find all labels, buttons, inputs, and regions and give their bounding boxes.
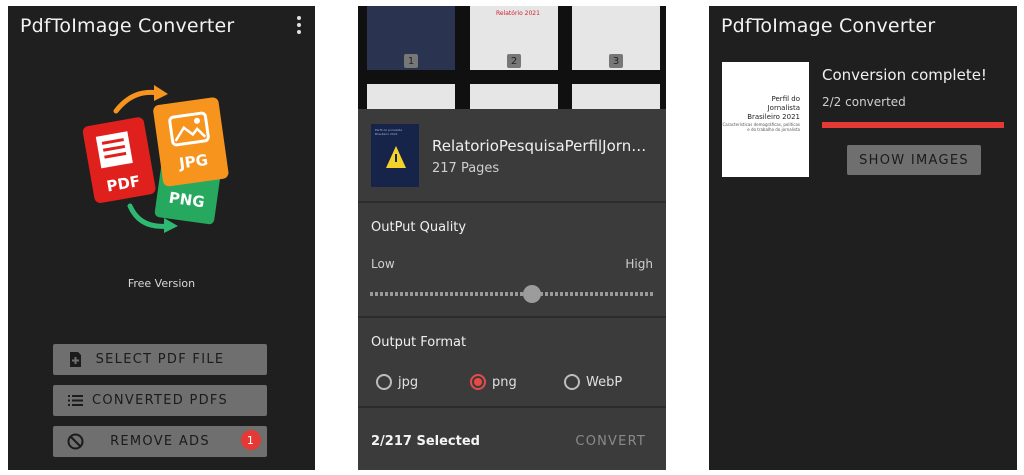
divider [358, 316, 666, 318]
conversion-result-screen: PdfToImage Converter Perfil do Jornalist… [709, 6, 1017, 470]
home-screen: PdfToImage Converter PNG PDF JPG Free Ve… [8, 6, 315, 470]
quality-section-title: OutPut Quality [371, 220, 467, 235]
format-label: jpg [398, 374, 419, 390]
options-bottom-sheet: Perfil do Jornalista Brasileiro 2021 Rel… [358, 109, 666, 470]
converted-pdfs-button[interactable]: CONVERTED PDFS [53, 385, 267, 416]
version-label: Free Version [127, 277, 196, 290]
thumbnail-text: Relatório 2021 [496, 10, 540, 17]
divider [358, 201, 666, 203]
format-section-title: Output Format [371, 335, 467, 350]
conversion-count: 2/2 converted [822, 95, 906, 109]
page-thumbnail[interactable]: 3 [572, 6, 660, 70]
notification-badge: 1 [241, 430, 261, 450]
app-title: PdfToImage Converter [721, 15, 936, 37]
show-images-button[interactable]: SHOW IMAGES [847, 145, 981, 175]
list-icon [68, 395, 83, 406]
page-thumbnail[interactable] [572, 84, 660, 110]
quality-slider[interactable] [370, 285, 654, 303]
conversion-status-title: Conversion complete! [822, 66, 987, 84]
convert-options-screen: 1 Relatório 2021 2 3 Perfil do Jornalist… [358, 6, 666, 470]
quality-low-label: Low [371, 257, 395, 271]
format-option-jpg[interactable]: jpg [376, 374, 418, 390]
pdf-cover-thumbnail: Perfil do Jornalista Brasileiro 2021 [371, 124, 419, 187]
thumbnail-subtext: Características demográficas, políticas … [722, 122, 801, 132]
pdf-file-name: RelatorioPesquisaPerfilJornalistaBrasile… [432, 137, 654, 155]
radio-button[interactable] [376, 374, 392, 390]
divider [358, 406, 666, 408]
format-label: WebP [586, 374, 623, 390]
app-title: PdfToImage Converter [20, 15, 235, 37]
page-number: 2 [507, 54, 521, 68]
thumbnail-line: Jornalista [767, 104, 800, 112]
remove-ads-button[interactable]: REMOVE ADS 1 [53, 426, 267, 457]
page-thumbnail[interactable]: 1 [367, 6, 455, 70]
slider-thumb[interactable] [522, 285, 541, 303]
radio-button[interactable] [470, 374, 486, 390]
progress-fill [822, 122, 1004, 128]
quality-high-label: High [625, 257, 653, 271]
slider-track[interactable] [370, 292, 654, 296]
more-vert-icon[interactable] [295, 16, 303, 34]
selected-count: 2/217 Selected [371, 434, 480, 449]
page-thumbnail[interactable]: Relatório 2021 2 [470, 6, 558, 70]
cover-text: Perfil do Jornalista Brasileiro 2021 [375, 128, 403, 136]
remove-ads-label: REMOVE ADS [110, 434, 210, 449]
conversion-progress-bar [822, 122, 1004, 128]
page-number: 3 [609, 54, 623, 68]
format-label: png [492, 374, 517, 390]
block-icon [67, 433, 84, 450]
format-option-png[interactable]: png [470, 374, 517, 390]
converted-image-thumbnail[interactable]: Perfil do Jornalista Brasileiro 2021 Car… [722, 62, 809, 177]
page-thumbnail[interactable] [470, 84, 558, 110]
page-thumbnail[interactable] [367, 84, 455, 110]
thumbnail-line: Perfil do [771, 95, 800, 103]
page-thumbnail-grid: 1 Relatório 2021 2 3 [358, 6, 666, 110]
pdf-page-count: 217 Pages [432, 161, 500, 176]
format-option-webp[interactable]: WebP [564, 374, 622, 390]
thumbnail-line: Brasileiro 2021 [747, 113, 800, 121]
add-file-icon [70, 352, 81, 367]
converted-pdfs-label: CONVERTED PDFS [91, 393, 229, 408]
radio-button[interactable] [564, 374, 580, 390]
select-pdf-button[interactable]: SELECT PDF FILE [53, 344, 267, 375]
cover-graphic [386, 146, 406, 168]
conversion-hero-icon: PNG PDF JPG [82, 85, 229, 233]
convert-button[interactable]: CONVERT [575, 434, 646, 449]
page-number: 1 [404, 54, 418, 68]
select-pdf-label: SELECT PDF FILE [95, 352, 225, 367]
